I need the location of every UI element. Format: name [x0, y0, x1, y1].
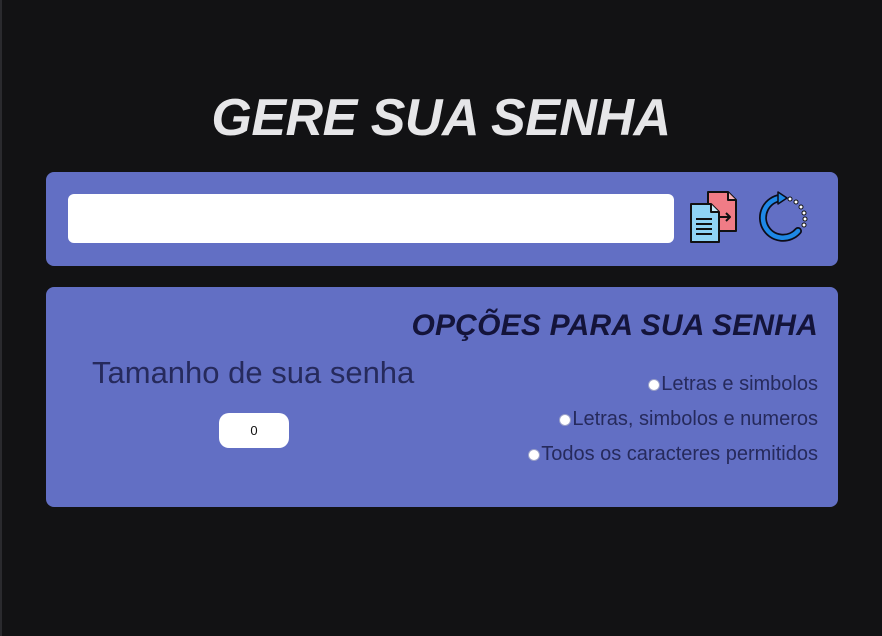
- option-label: Todos os caracteres permitidos: [541, 443, 818, 465]
- options-title: OPÇÕES PARA SUA SENHA: [411, 309, 818, 342]
- radio-all-characters[interactable]: [528, 448, 541, 461]
- copy-document-icon: [690, 191, 737, 243]
- option-letters-symbols[interactable]: Letras e simbolos: [648, 373, 818, 396]
- options-panel: OPÇÕES PARA SUA SENHA Tamanho de sua sen…: [46, 287, 838, 507]
- length-input[interactable]: [219, 413, 289, 448]
- copy-button[interactable]: [688, 191, 740, 243]
- generator-panel: [46, 172, 838, 266]
- option-letters-symbols-numbers[interactable]: Letras, simbolos e numeros: [559, 408, 818, 431]
- length-label: Tamanho de sua senha: [92, 355, 415, 390]
- radio-letters-symbols-numbers[interactable]: [559, 413, 572, 426]
- password-output-field[interactable]: [68, 194, 674, 243]
- page-title: GERE SUA SENHA: [211, 89, 671, 147]
- option-label: Letras, simbolos e numeros: [572, 408, 818, 430]
- refresh-button[interactable]: [758, 191, 810, 243]
- option-label: Letras e simbolos: [661, 373, 818, 395]
- refresh-icon: [759, 191, 808, 242]
- option-all-characters[interactable]: Todos os caracteres permitidos: [528, 443, 818, 466]
- radio-letters-symbols[interactable]: [648, 378, 661, 391]
